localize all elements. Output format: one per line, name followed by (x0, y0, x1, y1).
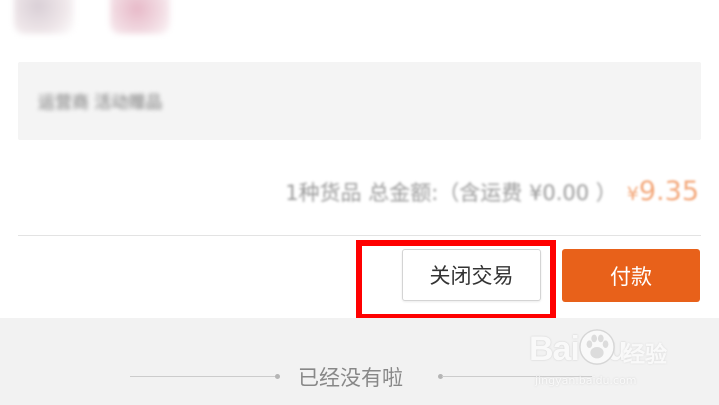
order-total-price: 9.35 (638, 176, 699, 207)
divider (18, 235, 701, 236)
order-remark-text: 运营商 活动赠品 (38, 93, 163, 113)
product-image[interactable] (14, 0, 74, 34)
pay-button[interactable]: 付款 (562, 249, 700, 302)
product-image[interactable] (110, 0, 170, 34)
list-end-footer: 已经没有啦 (0, 318, 719, 405)
divider-line (130, 376, 276, 377)
product-thumbnails (14, 0, 214, 36)
order-detail-page: 运营商 活动赠品 1种货品 总金额:（含运费 ¥0.00 ） ¥ 9.35 关闭… (0, 0, 719, 405)
close-transaction-button[interactable]: 关闭交易 (402, 249, 541, 301)
currency-symbol: ¥ (626, 183, 639, 205)
order-remark-box: 运营商 活动赠品 (18, 62, 701, 140)
order-summary: 1种货品 总金额:（含运费 ¥0.00 ） ¥ 9.35 (285, 176, 699, 216)
order-summary-text: 1种货品 总金额:（含运费 ¥0.00 ） (285, 181, 617, 205)
divider-line (442, 376, 592, 377)
end-of-list-text: 已经没有啦 (298, 366, 403, 390)
divider-dot (275, 374, 280, 379)
